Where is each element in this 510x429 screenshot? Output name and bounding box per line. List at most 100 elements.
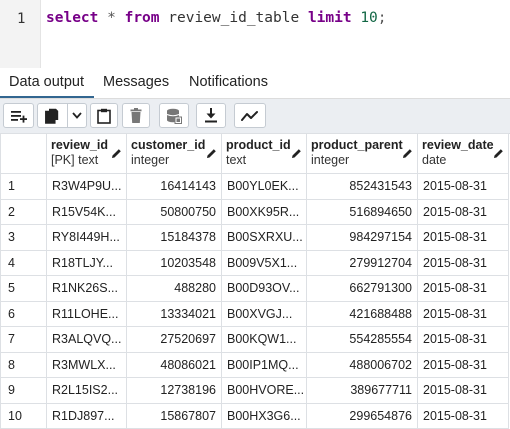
cell-review-date[interactable]: 2015-08-31 <box>417 326 509 353</box>
cell-review-id[interactable]: R15V54K... <box>46 198 127 225</box>
cell-review-id[interactable]: R3W4P9U... <box>46 173 127 200</box>
cell-customer-id[interactable]: 27520697 <box>126 326 222 353</box>
cell-review-date[interactable]: 2015-08-31 <box>417 198 509 225</box>
cell-product-parent[interactable]: 662791300 <box>306 275 418 302</box>
cell-product-parent[interactable]: 389677711 <box>306 377 418 404</box>
cell-customer-id[interactable]: 48086021 <box>126 351 222 378</box>
column-header-product-parent[interactable]: product_parent integer <box>306 133 418 174</box>
column-header-customer-id[interactable]: customer_id integer <box>126 133 222 174</box>
cell-review-date[interactable]: 2015-08-31 <box>417 173 509 200</box>
cell-customer-id[interactable]: 13334021 <box>126 300 222 327</box>
cell-product-id[interactable]: B00YL0EK... <box>221 173 307 200</box>
cell-product-parent[interactable]: 554285554 <box>306 326 418 353</box>
cell-product-id[interactable]: B00HX3G6... <box>221 402 307 429</box>
cell-review-id[interactable]: RY8I449H... <box>46 224 127 251</box>
data-grid: review_id [PK] text customer_id integer … <box>0 133 510 429</box>
cell-product-id[interactable]: B009V5X1... <box>221 249 307 276</box>
tab-notifications[interactable]: Notifications <box>189 74 268 90</box>
cell-review-id[interactable]: R3ALQVQ... <box>46 326 127 353</box>
row-number[interactable]: 8 <box>0 351 47 378</box>
add-row-button[interactable] <box>3 103 34 128</box>
cell-review-id[interactable]: R2L15IS2... <box>46 377 127 404</box>
row-number[interactable]: 7 <box>0 326 47 353</box>
query-editor[interactable]: 1 select * from review_id_table limit 10… <box>0 0 510 68</box>
cell-customer-id[interactable]: 12738196 <box>126 377 222 404</box>
table-row[interactable]: 8 R3MWLX... 48086021 B00IP1MQ... 4880067… <box>0 351 509 378</box>
save-data-button[interactable] <box>159 103 189 128</box>
cell-product-id[interactable]: B00HVORE... <box>221 377 307 404</box>
delete-button[interactable] <box>122 103 150 128</box>
table-row[interactable]: 3 RY8I449H... 15184378 B00SXRXU... 98429… <box>0 224 509 251</box>
cell-product-id[interactable]: B00D93OV... <box>221 275 307 302</box>
column-header-review-id[interactable]: review_id [PK] text <box>46 133 127 174</box>
cell-product-parent[interactable]: 279912704 <box>306 249 418 276</box>
delete-icon <box>130 108 142 123</box>
cell-product-id[interactable]: B00XVGJ... <box>221 300 307 327</box>
cell-review-id[interactable]: R18TLJY... <box>46 249 127 276</box>
cell-review-id[interactable]: R11LOHE... <box>46 300 127 327</box>
cell-review-date[interactable]: 2015-08-31 <box>417 377 509 404</box>
row-number[interactable]: 3 <box>0 224 47 251</box>
cell-product-id[interactable]: B00XK95R... <box>221 198 307 225</box>
cell-review-date[interactable]: 2015-08-31 <box>417 351 509 378</box>
row-number[interactable]: 2 <box>0 198 47 225</box>
cell-product-id[interactable]: B00KQW1... <box>221 326 307 353</box>
cell-review-date[interactable]: 2015-08-31 <box>417 249 509 276</box>
line-gutter: 1 <box>0 0 41 68</box>
cell-product-parent[interactable]: 984297154 <box>306 224 418 251</box>
cell-customer-id[interactable]: 488280 <box>126 275 222 302</box>
line-number: 1 <box>17 11 26 27</box>
cell-review-id[interactable]: R1DJ897... <box>46 402 127 429</box>
table-row[interactable]: 6 R11LOHE... 13334021 B00XVGJ... 4216884… <box>0 300 509 327</box>
paste-button[interactable] <box>90 103 118 128</box>
tab-data-output[interactable]: Data output <box>0 74 94 98</box>
row-number[interactable]: 6 <box>0 300 47 327</box>
table-row[interactable]: 2 R15V54K... 50800750 B00XK95R... 516894… <box>0 198 509 225</box>
pencil-icon[interactable] <box>206 148 217 162</box>
graph-icon <box>241 110 259 122</box>
table-row[interactable]: 1 R3W4P9U... 16414143 B00YL0EK... 852431… <box>0 173 509 200</box>
pencil-icon[interactable] <box>111 148 122 162</box>
column-header-review-date[interactable]: review_date date <box>417 133 509 174</box>
table-row[interactable]: 9 R2L15IS2... 12738196 B00HVORE... 38967… <box>0 377 509 404</box>
row-number[interactable]: 9 <box>0 377 47 404</box>
tab-messages[interactable]: Messages <box>103 74 169 90</box>
row-number[interactable]: 1 <box>0 173 47 200</box>
chevron-down-icon[interactable] <box>68 112 86 119</box>
cell-customer-id[interactable]: 16414143 <box>126 173 222 200</box>
row-number[interactable]: 5 <box>0 275 47 302</box>
cell-product-parent[interactable]: 516894650 <box>306 198 418 225</box>
cell-customer-id[interactable]: 15184378 <box>126 224 222 251</box>
cell-product-parent[interactable]: 421688488 <box>306 300 418 327</box>
operator-star: * <box>107 10 116 26</box>
cell-product-parent[interactable]: 299654876 <box>306 402 418 429</box>
pencil-icon[interactable] <box>493 148 504 162</box>
cell-review-date[interactable]: 2015-08-31 <box>417 224 509 251</box>
cell-review-date[interactable]: 2015-08-31 <box>417 300 509 327</box>
table-row[interactable]: 10 R1DJ897... 15867807 B00HX3G6... 29965… <box>0 402 509 429</box>
cell-product-id[interactable]: B00SXRXU... <box>221 224 307 251</box>
cell-product-parent[interactable]: 852431543 <box>306 173 418 200</box>
cell-customer-id[interactable]: 10203548 <box>126 249 222 276</box>
code-line[interactable]: select * from review_id_table limit 10; <box>46 10 387 26</box>
copy-icon[interactable] <box>38 108 67 124</box>
cell-customer-id[interactable]: 15867807 <box>126 402 222 429</box>
results-table: review_id [PK] text customer_id integer … <box>0 133 509 429</box>
cell-review-date[interactable]: 2015-08-31 <box>417 402 509 429</box>
download-button[interactable] <box>196 103 226 128</box>
pencil-icon[interactable] <box>402 148 413 162</box>
row-number[interactable]: 4 <box>0 249 47 276</box>
cell-product-id[interactable]: B00IP1MQ... <box>221 351 307 378</box>
pencil-icon[interactable] <box>291 148 302 162</box>
table-row[interactable]: 5 R1NK26S... 488280 B00D93OV... 66279130… <box>0 275 509 302</box>
cell-product-parent[interactable]: 488006702 <box>306 351 418 378</box>
table-row[interactable]: 7 R3ALQVQ... 27520697 B00KQW1... 5542855… <box>0 326 509 353</box>
column-header-product-id[interactable]: product_id text <box>221 133 307 174</box>
graph-visualiser-button[interactable] <box>234 103 266 128</box>
cell-customer-id[interactable]: 50800750 <box>126 198 222 225</box>
cell-review-id[interactable]: R1NK26S... <box>46 275 127 302</box>
cell-review-date[interactable]: 2015-08-31 <box>417 275 509 302</box>
cell-review-id[interactable]: R3MWLX... <box>46 351 127 378</box>
row-number[interactable]: 10 <box>0 402 47 429</box>
table-row[interactable]: 4 R18TLJY... 10203548 B009V5X1... 279912… <box>0 249 509 276</box>
